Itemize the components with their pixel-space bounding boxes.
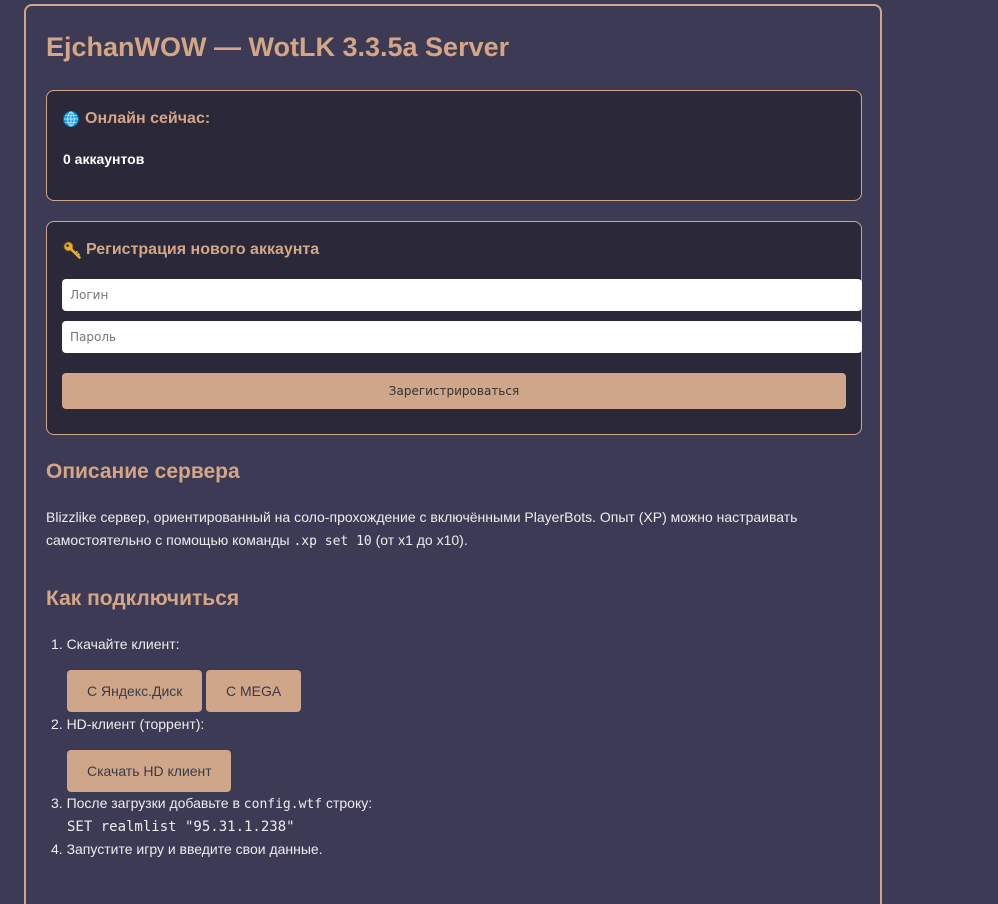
page-title: EjchanWOW — WotLK 3.3.5a Server	[46, 32, 510, 62]
online-heading-label: Онлайн сейчас:	[85, 110, 211, 127]
config-file-name: config.wtf	[243, 797, 323, 812]
description-text-after: (от x1 до x10).	[371, 532, 468, 548]
description-text: Blizzlike сервер, ориентированный на сол…	[46, 506, 846, 553]
online-heading: Онлайн сейчас:	[63, 110, 210, 128]
globe-icon	[63, 111, 79, 127]
main-container: EjchanWOW — WotLK 3.3.5a Server Онлайн с…	[24, 4, 882, 904]
step-config: 3. После загрузки добавьте в config.wtf …	[51, 795, 372, 812]
step-config-before: 3. После загрузки добавьте в	[51, 795, 244, 811]
online-count: 0 аккаунтов	[63, 151, 145, 167]
step-hd-client: 2. HD-клиент (торрент):	[51, 716, 205, 732]
connect-title: Как подключиться	[46, 587, 240, 610]
xp-command: .xp set 10	[293, 534, 372, 549]
download-hd-button[interactable]: Скачать HD клиент	[67, 750, 231, 792]
yandex-disk-button[interactable]: С Яндекс.Диск	[67, 670, 202, 712]
register-button[interactable]: Зарегистрироваться	[62, 373, 846, 409]
login-input[interactable]	[62, 279, 862, 311]
realmlist-code: SET realmlist "95.31.1.238"	[67, 819, 295, 835]
step-launch-game: 4. Запустите игру и введите свои данные.	[51, 841, 323, 857]
key-icon	[63, 241, 81, 259]
register-card: Регистрация нового аккаунта Зарегистриро…	[46, 221, 862, 435]
step-download-client: 1. Скачайте клиент:	[51, 636, 180, 652]
register-heading: Регистрация нового аккаунта	[63, 241, 319, 259]
step-config-after: строку:	[322, 795, 373, 811]
online-card: Онлайн сейчас: 0 аккаунтов	[46, 90, 862, 201]
password-input[interactable]	[62, 321, 862, 353]
description-title: Описание сервера	[46, 460, 240, 483]
register-heading-label: Регистрация нового аккаунта	[86, 241, 320, 258]
mega-button[interactable]: С MEGA	[206, 670, 301, 712]
